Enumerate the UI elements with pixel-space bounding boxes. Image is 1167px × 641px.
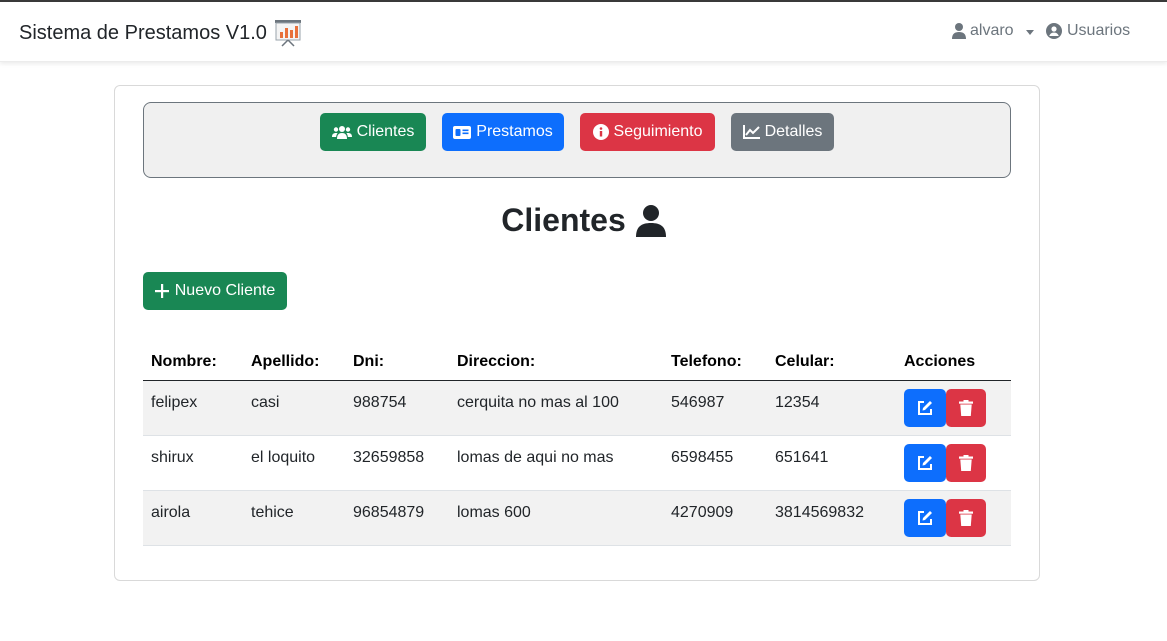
edit-button[interactable] <box>904 389 946 427</box>
cell-direccion: lomas 600 <box>457 504 531 521</box>
line-chart-icon <box>742 125 760 139</box>
presentation-chart-icon <box>273 19 303 47</box>
seguimiento-button-label: Seguimiento <box>613 123 703 140</box>
info-circle-icon <box>592 124 609 140</box>
edit-icon <box>917 510 933 526</box>
new-client-button-label: Nuevo Cliente <box>174 282 276 299</box>
table-row: airola tehice 96854879 lomas 600 4270909… <box>143 491 1011 546</box>
cell-direccion: cerquita no mas al 100 <box>457 394 619 411</box>
delete-button[interactable] <box>946 389 986 427</box>
cell-nombre: felipex <box>151 394 198 411</box>
page-title: Clientes <box>0 202 1167 239</box>
edit-icon <box>917 455 933 471</box>
cell-direccion: lomas de aqui no mas <box>457 449 614 466</box>
cell-nombre: shirux <box>151 449 194 466</box>
chevron-down-icon <box>1025 29 1034 35</box>
cell-acciones <box>892 381 1011 427</box>
user-icon <box>635 204 666 237</box>
header-celular: Celular: <box>775 352 835 370</box>
cell-acciones <box>892 436 1011 482</box>
header-apellido: Apellido: <box>251 352 320 370</box>
user-circle-icon <box>1046 23 1062 39</box>
detalles-button[interactable]: Detalles <box>731 113 834 151</box>
cell-telefono: 546987 <box>671 394 725 411</box>
table-header-row: Nombre: Apellido: Dni: Direccion: Telefo… <box>143 343 1011 381</box>
delete-button[interactable] <box>946 444 986 482</box>
cell-apellido: el loquito <box>251 449 316 466</box>
cell-acciones <box>892 491 1011 537</box>
user-icon <box>952 23 966 39</box>
header-nombre: Nombre: <box>151 352 217 370</box>
header-dni: Dni: <box>353 352 385 370</box>
cell-celular: 12354 <box>775 394 820 411</box>
cell-dni: 32659858 <box>353 449 425 466</box>
edit-icon <box>917 400 933 416</box>
cell-telefono: 6598455 <box>671 449 734 466</box>
new-client-button[interactable]: Nuevo Cliente <box>143 272 287 310</box>
clientes-button-label: Clientes <box>356 123 415 140</box>
id-card-icon <box>453 125 472 139</box>
users-link-label: Usuarios <box>1067 22 1131 39</box>
header-telefono: Telefono: <box>671 352 742 370</box>
edit-button[interactable] <box>904 444 946 482</box>
navbar: Sistema de Prestamos V1.0 alvaro Usuario… <box>0 2 1167 62</box>
prestamos-button[interactable]: Prestamos <box>442 113 564 151</box>
cell-nombre: airola <box>151 504 191 521</box>
clients-table: Nombre: Apellido: Dni: Direccion: Telefo… <box>143 343 1011 546</box>
trash-icon <box>959 400 973 416</box>
brand-title: Sistema de Prestamos V1.0 <box>19 21 267 44</box>
prestamos-button-label: Prestamos <box>476 123 553 140</box>
header-acciones: Acciones <box>904 352 976 370</box>
section-menu <box>143 102 1011 178</box>
cell-apellido: casi <box>251 394 280 411</box>
users-icon <box>331 125 352 139</box>
detalles-button-label: Detalles <box>764 123 823 140</box>
trash-icon <box>959 510 973 526</box>
cell-celular: 3814569832 <box>775 504 864 521</box>
cell-apellido: tehice <box>251 504 294 521</box>
edit-button[interactable] <box>904 499 946 537</box>
user-name: alvaro <box>970 22 1014 39</box>
plus-icon <box>154 284 169 298</box>
table-row: felipex casi 988754 cerquita no mas al 1… <box>143 381 1011 436</box>
navbar-brand[interactable]: Sistema de Prestamos V1.0 <box>19 19 303 47</box>
cell-telefono: 4270909 <box>671 504 734 521</box>
header-direccion: Direccion: <box>457 352 536 370</box>
cell-dni: 988754 <box>353 394 407 411</box>
seguimiento-button[interactable]: Seguimiento <box>580 113 715 151</box>
cell-dni: 96854879 <box>353 504 425 521</box>
table-row: shirux el loquito 32659858 lomas de aqui… <box>143 436 1011 491</box>
trash-icon <box>959 455 973 471</box>
clientes-button[interactable]: Clientes <box>320 113 426 151</box>
users-link[interactable]: Usuarios <box>1046 22 1130 40</box>
page-title-text: Clientes <box>501 202 626 238</box>
delete-button[interactable] <box>946 499 986 537</box>
user-dropdown[interactable]: alvaro <box>952 22 1034 40</box>
cell-celular: 651641 <box>775 449 829 466</box>
